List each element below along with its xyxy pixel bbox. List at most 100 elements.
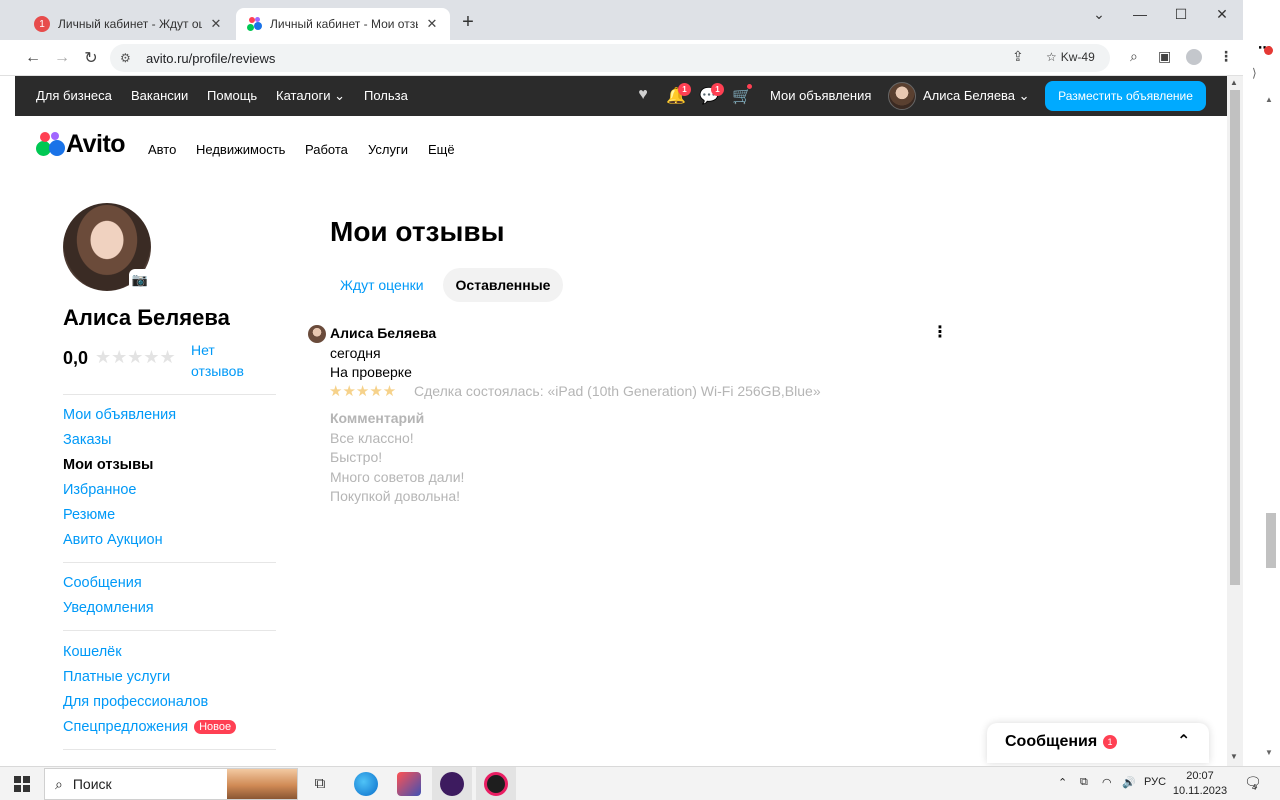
review-status: На проверке [330, 364, 412, 380]
messenger-app-icon[interactable] [440, 772, 464, 796]
topbar-link-business[interactable]: Для бизнеса [36, 88, 112, 103]
topbar-link-catalogs[interactable]: Каталоги ⌄ [276, 88, 345, 104]
messages-widget[interactable]: Сообщения 1 ⌃ [987, 723, 1209, 763]
user-menu[interactable]: Алиса Беляева ⌄ [923, 88, 1030, 104]
category-realty[interactable]: Недвижимость [196, 142, 285, 157]
sidebar-item-my-reviews[interactable]: Мои отзывы [63, 457, 153, 473]
url-text: avito.ru/profile/reviews [146, 50, 276, 66]
zoom-search-icon[interactable]: ⌕ [1130, 48, 1138, 65]
language-indicator[interactable]: РУС [1144, 776, 1166, 788]
divider [63, 394, 276, 395]
windows-start-icon[interactable] [14, 776, 30, 792]
post-ad-button[interactable]: Разместить объявление [1045, 81, 1206, 111]
no-reviews-link[interactable]: Нет отзывов [191, 340, 261, 382]
profile-label[interactable]: ☆ Kw-49 [1046, 50, 1099, 64]
notification-center-count: 4 [1252, 783, 1257, 792]
background-arrow-icon: ⟩ [1252, 66, 1257, 80]
tray-chevron-up-icon[interactable]: ⌃ [1058, 776, 1067, 789]
chevron-down-icon: ⌄ [1018, 88, 1030, 103]
category-more[interactable]: Ещё [428, 142, 455, 157]
review-author: Алиса Беляева [330, 325, 437, 341]
search-icon: ⌕ [55, 775, 63, 792]
sidebar-item-professionals[interactable]: Для профессионалов [63, 694, 208, 710]
task-view-icon[interactable]: ⧉ [308, 772, 332, 796]
browser-tab-my-reviews[interactable]: Личный кабинет - Мои отзывы ✕ [236, 8, 450, 40]
new-badge: Новое [194, 720, 237, 734]
menu-kebab-icon[interactable]: ⋮ [1219, 48, 1233, 65]
avito-logo-icon [36, 131, 65, 159]
chevron-up-icon[interactable]: ⌃ [1177, 731, 1190, 751]
rating-value: 0,0 [63, 348, 89, 368]
review-deal: Сделка состоялась: «iPad (10th Generatio… [414, 383, 821, 399]
topbar-link-jobs[interactable]: Вакансии [131, 88, 188, 103]
vertical-scrollbar[interactable]: ▲ ▼ [1227, 76, 1243, 766]
tray-app-icon[interactable]: ⧉ [1080, 776, 1088, 789]
messages-badge: 1 [711, 83, 724, 96]
tab-left-reviews[interactable]: Оставленные [443, 268, 563, 302]
sidebar-item-favorites[interactable]: Избранное [63, 482, 136, 498]
wifi-icon[interactable]: ◠ [1102, 776, 1112, 789]
category-auto[interactable]: Авто [148, 142, 176, 157]
divider [63, 630, 276, 631]
tab-pending-reviews[interactable]: Ждут оценки [340, 277, 424, 293]
reload-icon[interactable]: ↻ [79, 46, 103, 70]
category-services[interactable]: Услуги [368, 142, 408, 157]
sidebar-item-my-ads[interactable]: Мои объявления [63, 407, 176, 423]
review-more-icon[interactable]: ⋮ [932, 324, 948, 342]
account-icon[interactable] [1186, 49, 1202, 65]
back-arrow-icon[interactable]: ← [21, 46, 45, 70]
close-tab-icon[interactable]: ✕ [424, 16, 440, 32]
close-window-button[interactable]: ✕ [1207, 6, 1237, 23]
user-avatar[interactable] [888, 82, 916, 110]
avito-logo[interactable]: Avito [36, 130, 126, 159]
review-comment-line: Все классно! [330, 430, 414, 446]
clock-time: 20:07 [1186, 770, 1214, 782]
avito-topbar: Для бизнеса Вакансии Помощь Каталоги ⌄ П… [15, 76, 1227, 116]
messages-widget-badge: 1 [1103, 735, 1117, 749]
side-panel-icon[interactable]: ▣ [1158, 48, 1171, 65]
close-tab-icon[interactable]: ✕ [208, 16, 224, 32]
sidebar-item-special-offers[interactable]: Спецпредложения Новое [63, 719, 237, 735]
sidebar-item-auction[interactable]: Авито Аукцион [63, 532, 163, 548]
scroll-up-icon[interactable]: ▲ [1230, 78, 1238, 87]
page-title: Мои отзывы [330, 216, 505, 247]
tab-search-chevron-icon[interactable]: ⌄ [1084, 6, 1114, 23]
site-info-icon[interactable]: ⚙ [120, 51, 136, 65]
review-comment-line: Быстро! [330, 449, 383, 465]
edge-browser-icon[interactable] [354, 772, 378, 796]
app-icon[interactable] [397, 772, 421, 796]
scroll-down-icon[interactable]: ▼ [1230, 752, 1238, 761]
scrollbar-thumb[interactable] [1230, 90, 1240, 585]
volume-icon[interactable]: 🔊 [1122, 776, 1136, 789]
review-comment-heading: Комментарий [330, 410, 425, 426]
topbar-link-help[interactable]: Помощь [207, 88, 257, 103]
category-work[interactable]: Работа [305, 142, 348, 157]
chrome-like-browser-icon[interactable] [484, 772, 508, 796]
messages-widget-label: Сообщения [1005, 733, 1098, 750]
sidebar-item-messages[interactable]: Сообщения [63, 575, 142, 591]
browser-tab-pending-reviews[interactable]: 1 Личный кабинет - Ждут оценки ✕ [24, 8, 234, 40]
divider [63, 562, 276, 563]
sidebar-item-notifications[interactable]: Уведомления [63, 600, 154, 616]
topbar-link-benefit[interactable]: Польза [364, 88, 408, 103]
maximize-button[interactable]: ☐ [1166, 6, 1196, 23]
taskbar-search[interactable]: ⌕ Поиск [44, 768, 298, 800]
camera-icon[interactable]: 📷 [129, 269, 151, 291]
favorites-heart-icon[interactable]: ♥ [633, 86, 653, 106]
taskbar-clock[interactable]: 20:07 10.11.2023 [1172, 769, 1228, 799]
background-scroll-up-icon: ▲ [1265, 95, 1273, 104]
minimize-button[interactable]: — [1125, 6, 1155, 22]
sidebar-item-resume[interactable]: Резюме [63, 507, 115, 523]
url-field[interactable]: ⚙ avito.ru/profile/reviews [110, 44, 1110, 72]
sidebar-item-orders[interactable]: Заказы [63, 432, 111, 448]
forward-arrow-icon[interactable]: → [50, 46, 74, 70]
my-ads-link[interactable]: Мои объявления [770, 88, 871, 103]
new-tab-button[interactable]: + [458, 12, 478, 32]
sidebar-item-paid-services[interactable]: Платные услуги [63, 669, 170, 685]
windows-taskbar: ⌕ Поиск ⧉ ⌃ ⧉ ◠ 🔊 РУС 20:07 10.11.2023 🗨… [0, 766, 1280, 800]
background-scrollbar-thumb [1266, 513, 1276, 568]
tab-title: Личный кабинет - Мои отзывы [270, 17, 418, 31]
sidebar-item-wallet[interactable]: Кошелёк [63, 644, 122, 660]
share-icon[interactable]: ⇪ [1012, 48, 1024, 65]
browser-window: 1 Личный кабинет - Ждут оценки ✕ Личный … [0, 0, 1243, 766]
